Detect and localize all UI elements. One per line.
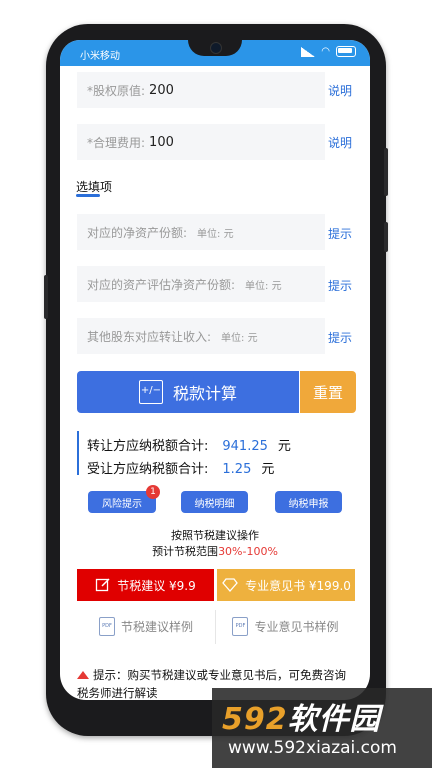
calculator-icon: +/− xyxy=(138,380,163,404)
summary-value: 941.25 xyxy=(222,439,268,454)
summary-currency: 元 xyxy=(277,439,291,454)
savings-range-value: 30%-100% xyxy=(218,545,278,558)
tax-advice-sample-link[interactable]: PDF 节税建议样例 xyxy=(77,606,215,646)
edit-icon xyxy=(96,578,110,592)
summary-value: 1.25 xyxy=(222,462,252,477)
explain-link[interactable]: 说明 xyxy=(328,134,352,151)
buy-label: 节税建议 ¥9.9 xyxy=(117,578,196,593)
summary-label: 受让方应纳税额合计: xyxy=(87,462,209,477)
notification-badge: 1 xyxy=(146,485,160,499)
summary-accent-bar xyxy=(77,431,79,475)
tax-filing-button[interactable]: 纳税申报 xyxy=(275,491,342,513)
optional-section-title: 选填项 xyxy=(76,180,113,194)
summary-label: 转让方应纳税额合计: xyxy=(87,439,209,454)
status-icons: ◠ xyxy=(301,46,356,57)
battery-icon xyxy=(336,46,356,57)
warning-triangle-icon xyxy=(77,671,89,679)
field-label: 其他股东对应转让收入: xyxy=(87,329,212,344)
power-button xyxy=(384,222,388,252)
section-underline xyxy=(76,194,100,197)
buy-tax-advice-button[interactable]: 节税建议 ¥9.9 xyxy=(77,569,214,601)
unit-placeholder: 单位: 元 xyxy=(245,280,282,292)
hint-link[interactable]: 提示 xyxy=(328,225,352,242)
savings-range-prefix: 预计节税范围 xyxy=(152,545,219,558)
watermark-logo: 592软件园 xyxy=(222,702,381,737)
pdf-icon: PDF xyxy=(98,616,115,636)
unit-placeholder: 单位: 元 xyxy=(197,228,234,240)
app-screen: 小米移动 ◠ *股权原值: 200 说明 *合理费用: 100 说明 选填项 对… xyxy=(60,40,370,700)
field-label: *股权原值: xyxy=(87,83,146,98)
other-shareholder-income-field[interactable]: 其他股东对应转让收入: 单位: 元 xyxy=(77,318,325,354)
savings-range-line: 预计节税范围30%-100% xyxy=(60,543,370,559)
appraised-net-asset-field[interactable]: 对应的资产评估净资产份额: 单位: 元 xyxy=(77,266,325,302)
diamond-icon xyxy=(222,578,238,592)
tax-detail-button[interactable]: 纳税明细 xyxy=(181,491,248,513)
buy-opinion-button[interactable]: 专业意见书 ¥199.0 xyxy=(217,569,355,601)
field-label: *合理费用: xyxy=(87,135,146,150)
signal-icon xyxy=(301,46,316,57)
transferee-tax-total: 受让方应纳税额合计: 1.25 元 xyxy=(87,458,274,477)
site-watermark: 592软件园 www.592xiazai.com xyxy=(212,688,432,768)
transferor-tax-total: 转让方应纳税额合计: 941.25 元 xyxy=(87,435,291,454)
watermark-url: www.592xiazai.com xyxy=(228,738,397,758)
field-value[interactable]: 100 xyxy=(149,135,174,150)
reset-button[interactable]: 重置 xyxy=(300,371,356,413)
reasonable-fee-field[interactable]: *合理费用: 100 xyxy=(77,124,325,160)
volume-button xyxy=(384,148,388,196)
wifi-icon: ◠ xyxy=(321,45,330,57)
field-value[interactable]: 200 xyxy=(149,83,174,98)
calculate-tax-button[interactable]: +/− 税款计算 xyxy=(77,371,299,413)
net-asset-share-field[interactable]: 对应的净资产份额: 单位: 元 xyxy=(77,214,325,250)
equity-cost-field[interactable]: *股权原值: 200 xyxy=(77,72,325,108)
hint-link[interactable]: 提示 xyxy=(328,277,352,294)
hint-link[interactable]: 提示 xyxy=(328,329,352,346)
unit-placeholder: 单位: 元 xyxy=(221,332,258,344)
sample-label: 专业意见书样例 xyxy=(254,619,339,634)
opinion-sample-link[interactable]: PDF 专业意见书样例 xyxy=(216,606,355,646)
summary-currency: 元 xyxy=(261,462,275,477)
advice-line: 按照节税建议操作 xyxy=(171,529,259,542)
camera-icon xyxy=(210,42,222,54)
field-label: 对应的净资产份额: xyxy=(87,225,188,240)
calculate-label: 税款计算 xyxy=(172,384,237,403)
field-label: 对应的资产评估净资产份额: xyxy=(87,277,236,292)
buy-label: 专业意见书 ¥199.0 xyxy=(245,578,351,593)
side-button xyxy=(44,275,48,319)
sample-label: 节税建议样例 xyxy=(120,619,193,634)
carrier-label: 小米移动 xyxy=(80,51,120,62)
pdf-icon: PDF xyxy=(232,616,249,636)
explain-link[interactable]: 说明 xyxy=(328,82,352,99)
